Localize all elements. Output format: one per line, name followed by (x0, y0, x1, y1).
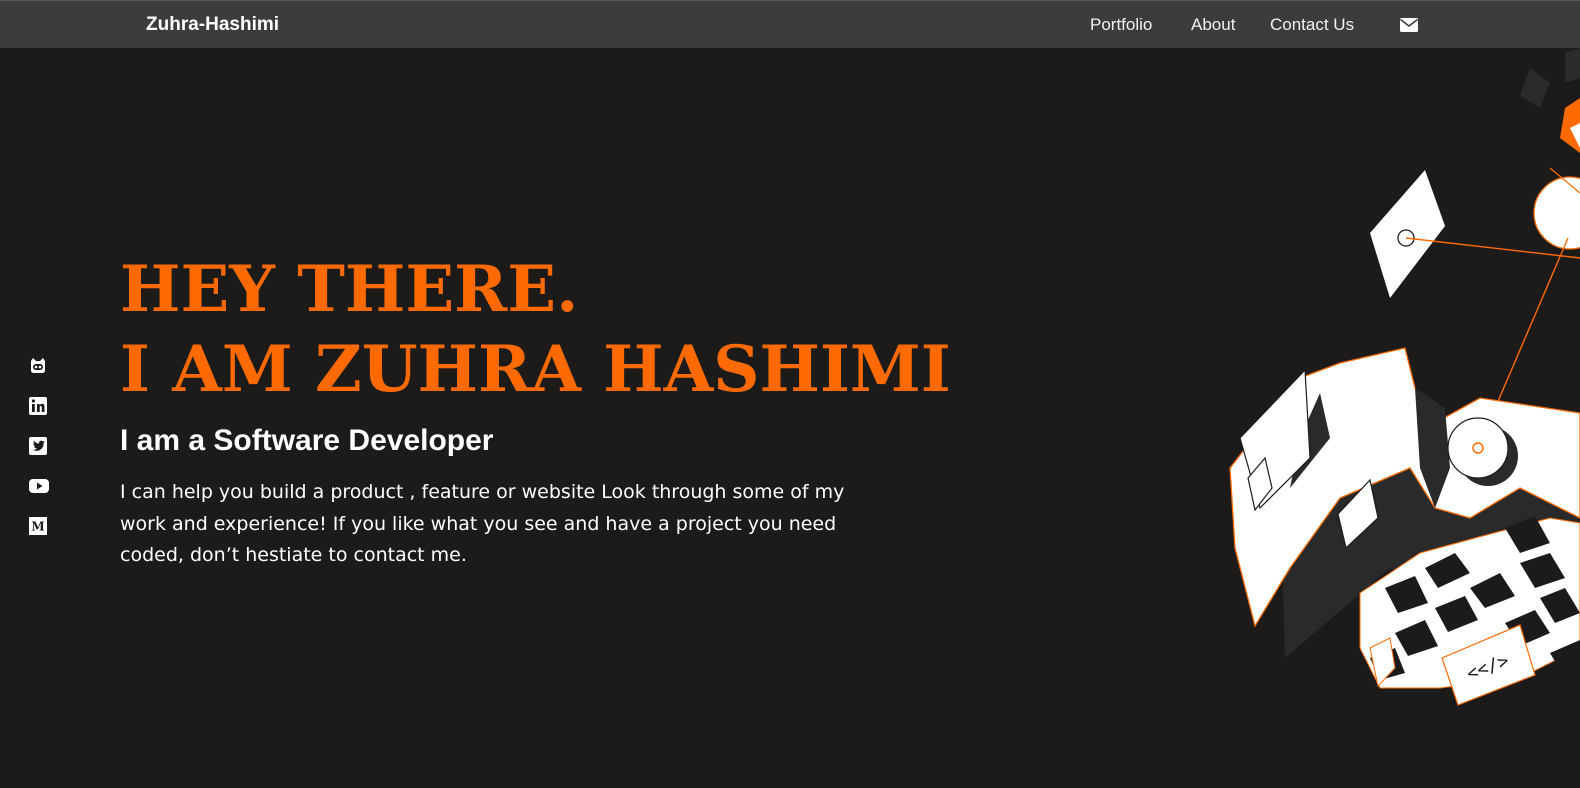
hero-greeting: HEY THERE. (120, 252, 579, 327)
hero-description: I can help you build a product , feature… (120, 481, 845, 566)
nav-link-about[interactable]: About (1191, 15, 1235, 35)
medium-icon[interactable]: M (28, 516, 48, 536)
linkedin-icon[interactable] (28, 396, 48, 416)
hero-subtitle: I am a Software Developer (120, 424, 494, 457)
svg-text:M: M (31, 520, 44, 534)
github-icon[interactable] (28, 356, 48, 376)
brand-logo[interactable]: Zuhra-Hashimi (146, 14, 279, 36)
youtube-icon[interactable] (28, 476, 50, 496)
envelope-icon[interactable] (1400, 18, 1418, 32)
hero-name: I AM ZUHRA HASHIMI (120, 332, 951, 407)
top-navbar: Zuhra-Hashimi Portfolio About Contact Us (0, 0, 1580, 48)
hero-illustration: <</> (1229, 48, 1580, 706)
nav-link-contact[interactable]: Contact Us (1270, 15, 1354, 35)
nav-link-portfolio[interactable]: Portfolio (1090, 15, 1152, 35)
twitter-icon[interactable] (28, 436, 48, 456)
